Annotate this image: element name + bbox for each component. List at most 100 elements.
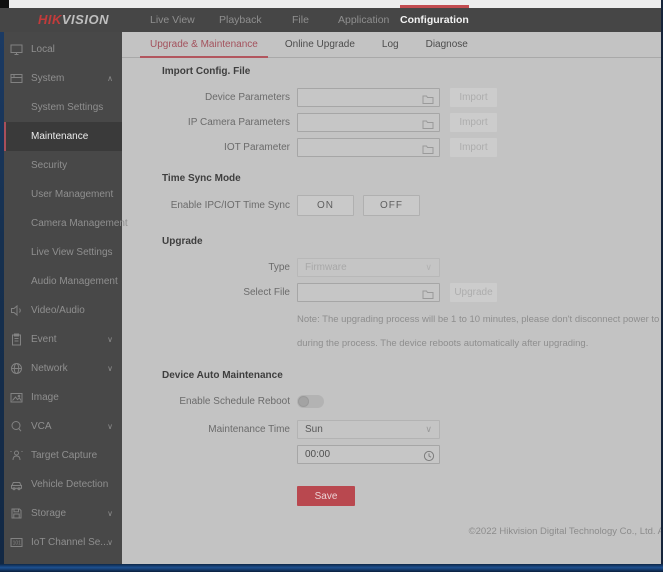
sidebar-item-label: Security <box>31 160 68 171</box>
sidebar-item-network[interactable]: Network ∨ <box>0 354 122 383</box>
maintenance-time-row: Maintenance Time Sun ∨ <box>162 420 661 439</box>
chevron-down-icon: ∨ <box>107 335 113 344</box>
schedule-reboot-toggle[interactable] <box>297 395 324 408</box>
nav-live-view[interactable]: Live View <box>150 8 195 32</box>
toggle-knob <box>298 396 309 407</box>
nav-file[interactable]: File <box>292 8 309 32</box>
sidebar-item-label: Local <box>31 44 55 55</box>
system-icon <box>10 72 23 85</box>
event-icon <box>10 333 23 346</box>
nav-configuration[interactable]: Configuration <box>400 8 469 32</box>
clock-icon <box>423 449 435 467</box>
copyright-text: ©2022 Hikvision Digital Technology Co., … <box>468 526 663 537</box>
device-parameters-row: Device Parameters Import <box>162 88 661 107</box>
time-sync-on-button[interactable]: ON <box>297 195 354 216</box>
iot-parameter-label: IOT Parameter <box>224 142 290 153</box>
sidebar-item-label: Audio Management <box>31 276 118 287</box>
sidebar-item-camera-management[interactable]: Camera Management <box>0 209 128 238</box>
logo-vision: VISION <box>61 12 109 27</box>
section-title-upgrade: Upgrade <box>162 236 203 247</box>
upgrade-note-line2: during the process. The device reboots a… <box>297 338 589 349</box>
upgrade-type-select[interactable]: Firmware ∨ <box>297 258 440 277</box>
network-icon <box>10 362 23 375</box>
svg-text:101: 101 <box>13 541 22 547</box>
tab-log[interactable]: Log <box>372 32 409 58</box>
sidebar-item-user-management[interactable]: User Management <box>0 180 122 209</box>
import-button[interactable]: Import <box>450 113 497 132</box>
chevron-down-icon: ∨ <box>107 538 113 547</box>
sidebar-item-storage[interactable]: Storage ∨ <box>0 499 122 528</box>
app-header: HIKVISION Live View Playback File Applic… <box>0 8 663 32</box>
settings-form: Import Config. File Device Parameters Im… <box>122 66 663 506</box>
vca-icon <box>10 420 23 433</box>
schedule-reboot-row: Enable Schedule Reboot <box>162 395 661 408</box>
logo-hik: HIK <box>38 12 62 27</box>
window-bottom-edge <box>0 564 663 572</box>
nav-application[interactable]: Application <box>338 8 389 32</box>
iot-parameter-row: IOT Parameter Import <box>162 138 661 157</box>
sidebar-item-target-capture[interactable]: Target Capture <box>0 441 122 470</box>
sidebar-item-video-audio[interactable]: Video/Audio <box>0 296 122 325</box>
sidebar-item-live-view-settings[interactable]: Live View Settings <box>0 238 122 267</box>
sidebar-item-maintenance[interactable]: Maintenance <box>0 122 122 151</box>
storage-icon <box>10 507 23 520</box>
iot-icon: 101 <box>10 536 23 549</box>
tab-online-upgrade[interactable]: Online Upgrade <box>275 32 365 58</box>
configuration-top-indicator <box>400 5 469 8</box>
main-panel: Upgrade & Maintenance Online Upgrade Log… <box>122 32 663 564</box>
browser-top-strip <box>0 0 663 8</box>
nav-playback[interactable]: Playback <box>219 8 262 32</box>
select-file-input[interactable] <box>297 283 440 302</box>
chevron-down-icon: ∨ <box>107 509 113 518</box>
sidebar-item-label: Image <box>31 392 59 403</box>
sidebar-item-vehicle-detection[interactable]: Vehicle Detection <box>0 470 122 499</box>
sidebar-item-iot-channel[interactable]: 101 IoT Channel Se... ∨ <box>0 528 122 557</box>
upgrade-type-label: Type <box>268 262 290 273</box>
maintenance-time-input[interactable] <box>298 446 413 463</box>
sidebar-item-local[interactable]: Local <box>0 35 122 64</box>
ip-camera-parameters-row: IP Camera Parameters Import <box>162 113 661 132</box>
folder-icon[interactable] <box>422 117 434 135</box>
time-sync-row: Enable IPC/IOT Time Sync ON OFF <box>162 195 661 216</box>
iot-parameter-file-input[interactable] <box>297 138 440 157</box>
ip-camera-parameters-file-input[interactable] <box>297 113 440 132</box>
maintenance-day-select[interactable]: Sun ∨ <box>297 420 440 439</box>
select-file-row: Select File Upgrade <box>162 283 661 302</box>
sidebar-item-label: Storage <box>31 508 67 519</box>
import-button[interactable]: Import <box>450 88 497 107</box>
hikvision-logo: HIKVISION <box>38 8 109 32</box>
sidebar-item-label: Maintenance <box>31 131 89 142</box>
sidebar-item-label: Video/Audio <box>31 305 85 316</box>
tab-diagnose[interactable]: Diagnose <box>416 32 478 58</box>
sidebar-item-audio-management[interactable]: Audio Management <box>0 267 122 296</box>
folder-icon[interactable] <box>422 287 434 305</box>
sidebar-item-label: System Settings <box>31 102 104 113</box>
import-button[interactable]: Import <box>450 138 497 157</box>
sidebar-item-image[interactable]: Image <box>0 383 122 412</box>
chevron-down-icon: ∨ <box>107 422 113 431</box>
tab-upgrade-maintenance[interactable]: Upgrade & Maintenance <box>140 32 268 58</box>
audio-icon <box>10 304 23 317</box>
folder-icon[interactable] <box>422 92 434 110</box>
upgrade-button[interactable]: Upgrade <box>450 283 497 302</box>
sidebar-item-system-settings[interactable]: System Settings <box>0 93 122 122</box>
monitor-icon <box>10 43 23 56</box>
upgrade-note-line1: Note: The upgrading process will be 1 to… <box>297 314 663 325</box>
folder-icon[interactable] <box>422 142 434 160</box>
chevron-up-icon: ∧ <box>107 74 113 83</box>
time-sync-off-button[interactable]: OFF <box>363 195 420 216</box>
ip-camera-parameters-label: IP Camera Parameters <box>187 117 290 128</box>
sidebar-item-system[interactable]: System ∧ <box>0 64 122 93</box>
sidebar: Local System ∧ System Settings Maintenan… <box>0 32 128 564</box>
section-title-auto-maintenance: Device Auto Maintenance <box>162 370 283 381</box>
sidebar-item-label: User Management <box>31 189 114 200</box>
device-parameters-file-input[interactable] <box>297 88 440 107</box>
sidebar-item-event[interactable]: Event ∨ <box>0 325 122 354</box>
time-sync-label: Enable IPC/IOT Time Sync <box>170 200 290 211</box>
sidebar-item-security[interactable]: Security <box>0 151 122 180</box>
save-button[interactable]: Save <box>297 486 355 506</box>
sidebar-item-label: System <box>31 73 65 84</box>
sidebar-item-vca[interactable]: VCA ∨ <box>0 412 122 441</box>
maintenance-time-input-box <box>297 445 440 464</box>
section-title-time-sync: Time Sync Mode <box>162 173 241 184</box>
